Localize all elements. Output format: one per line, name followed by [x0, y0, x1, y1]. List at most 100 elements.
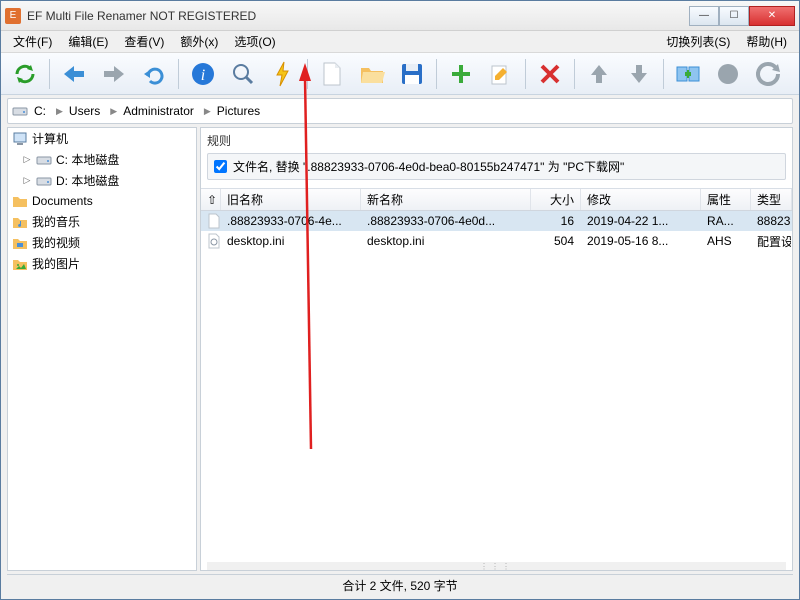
app-icon: E [5, 8, 21, 24]
cell-modified: 2019-05-16 8... [581, 231, 701, 251]
toolbar: i [1, 53, 799, 95]
app-window: E EF Multi File Renamer NOT REGISTERED —… [0, 0, 800, 600]
tree-drive-d[interactable]: ▷ D: 本地磁盘 [8, 170, 196, 191]
cell-size: 16 [531, 211, 581, 231]
col-type[interactable]: 类型 [751, 189, 792, 210]
cell-type: 8882393... [751, 211, 792, 231]
open-folder-button[interactable] [354, 57, 390, 91]
tree-music[interactable]: 我的音乐 [8, 211, 196, 232]
record-button[interactable] [710, 57, 746, 91]
cell-newname: desktop.ini [361, 231, 531, 251]
pictures-folder-icon [12, 256, 28, 272]
menu-options[interactable]: 选项(O) [226, 31, 283, 52]
tree-documents[interactable]: Documents [8, 191, 196, 211]
tree-pictures[interactable]: 我的图片 [8, 253, 196, 274]
crumb-drive[interactable]: C: [32, 102, 52, 120]
music-folder-icon [12, 214, 28, 230]
undo-button[interactable] [136, 57, 172, 91]
ini-file-icon [207, 233, 221, 249]
menubar: 文件(F) 编辑(E) 查看(V) 额外(x) 选项(O) 切换列表(S) 帮助… [1, 31, 799, 53]
tree-computer[interactable]: 计算机 [8, 128, 196, 149]
tree-label: D: 本地磁盘 [56, 172, 119, 189]
status-text: 合计 2 文件, 520 字节 [342, 577, 457, 594]
svg-text:i: i [201, 67, 205, 84]
main-panel: 规则 文件名, 替换 ".88823933-0706-4e0d-bea0-801… [200, 127, 793, 571]
file-row[interactable]: .88823933-0706-4e... .88823933-0706-4e0d… [201, 211, 792, 231]
file-icon [207, 213, 221, 229]
menu-edit[interactable]: 编辑(E) [60, 31, 116, 52]
file-row[interactable]: desktop.ini desktop.ini 504 2019-05-16 8… [201, 231, 792, 251]
move-down-button[interactable] [621, 57, 657, 91]
crumb-pictures[interactable]: Pictures [215, 102, 266, 120]
chevron-right-icon: ▶ [56, 106, 63, 117]
menu-help[interactable]: 帮助(H) [738, 31, 795, 52]
chevron-right-icon: ▶ [204, 106, 211, 117]
maximize-button[interactable]: ☐ [719, 6, 749, 26]
tree-label: 我的视频 [32, 234, 80, 251]
menu-view[interactable]: 查看(V) [116, 31, 172, 52]
revert-button[interactable] [750, 57, 786, 91]
info-button[interactable]: i [185, 57, 221, 91]
cell-attr: AHS [701, 231, 751, 251]
folder-tree[interactable]: 计算机 ▷ C: 本地磁盘 ▷ D: 本地磁盘 Documents 我的音乐 我的视… [7, 127, 197, 571]
drive-icon [36, 173, 52, 189]
save-button[interactable] [394, 57, 430, 91]
chevron-right-icon: ▶ [110, 106, 117, 117]
add-button[interactable] [443, 57, 479, 91]
minimize-button[interactable]: — [689, 6, 719, 26]
menu-file[interactable]: 文件(F) [5, 31, 60, 52]
drive-icon [36, 152, 52, 168]
new-file-button[interactable] [314, 57, 350, 91]
file-list[interactable]: ⇧ 旧名称 新名称 大小 修改 属性 类型 .88823933-0706-4e.… [201, 189, 792, 562]
rule-text: 文件名, 替换 ".88823933-0706-4e0d-bea0-80155b… [233, 158, 624, 175]
tree-label: 我的图片 [32, 255, 80, 272]
cell-size: 504 [531, 231, 581, 251]
cell-attr: RA... [701, 211, 751, 231]
col-oldname[interactable]: 旧名称 [221, 189, 361, 210]
col-sort[interactable]: ⇧ [201, 189, 221, 210]
rule-checkbox[interactable] [214, 160, 227, 173]
tree-video[interactable]: 我的视频 [8, 232, 196, 253]
tree-label: 计算机 [32, 130, 68, 147]
video-folder-icon [12, 235, 28, 251]
tree-label: 我的音乐 [32, 213, 80, 230]
back-button[interactable] [56, 57, 92, 91]
expand-icon[interactable]: ▷ [22, 175, 32, 186]
col-attr[interactable]: 属性 [701, 189, 751, 210]
refresh-button[interactable] [7, 57, 43, 91]
menu-extra[interactable]: 额外(x) [172, 31, 226, 52]
col-modified[interactable]: 修改 [581, 189, 701, 210]
crumb-users[interactable]: Users [67, 102, 106, 120]
edit-button[interactable] [483, 57, 519, 91]
forward-button[interactable] [96, 57, 132, 91]
menu-switchlist[interactable]: 切换列表(S) [658, 31, 738, 52]
statusbar: 合计 2 文件, 520 字节 [7, 574, 793, 596]
rules-panel: 规则 文件名, 替换 ".88823933-0706-4e0d-bea0-801… [201, 128, 792, 189]
cell-newname: .88823933-0706-4e0d... [361, 211, 531, 231]
titlebar: E EF Multi File Renamer NOT REGISTERED —… [1, 1, 799, 31]
addressbar[interactable]: C: ▶ Users ▶ Administrator ▶ Pictures [7, 98, 793, 124]
col-newname[interactable]: 新名称 [361, 189, 531, 210]
move-up-button[interactable] [581, 57, 617, 91]
resize-grip[interactable]: ⋮⋮⋮ [207, 562, 786, 570]
col-size[interactable]: 大小 [531, 189, 581, 210]
window-controls: — ☐ ✕ [689, 6, 795, 26]
delete-button[interactable] [532, 57, 568, 91]
cell-type: 配置设置 [751, 231, 792, 251]
cell-oldname: desktop.ini [221, 231, 361, 251]
crumb-admin[interactable]: Administrator [121, 102, 200, 120]
rule-item[interactable]: 文件名, 替换 ".88823933-0706-4e0d-bea0-80155b… [207, 153, 786, 180]
tree-label: Documents [32, 194, 93, 208]
tree-drive-c[interactable]: ▷ C: 本地磁盘 [8, 149, 196, 170]
body-area: 计算机 ▷ C: 本地磁盘 ▷ D: 本地磁盘 Documents 我的音乐 我的视… [7, 127, 793, 571]
expand-icon[interactable]: ▷ [22, 154, 32, 165]
rules-title: 规则 [207, 132, 786, 149]
search-button[interactable] [225, 57, 261, 91]
tree-label: C: 本地磁盘 [56, 151, 119, 168]
execute-button[interactable] [265, 57, 301, 91]
computer-icon [12, 131, 28, 147]
cell-oldname: .88823933-0706-4e... [221, 211, 361, 231]
copy-button[interactable] [670, 57, 706, 91]
close-button[interactable]: ✕ [749, 6, 795, 26]
cell-modified: 2019-04-22 1... [581, 211, 701, 231]
